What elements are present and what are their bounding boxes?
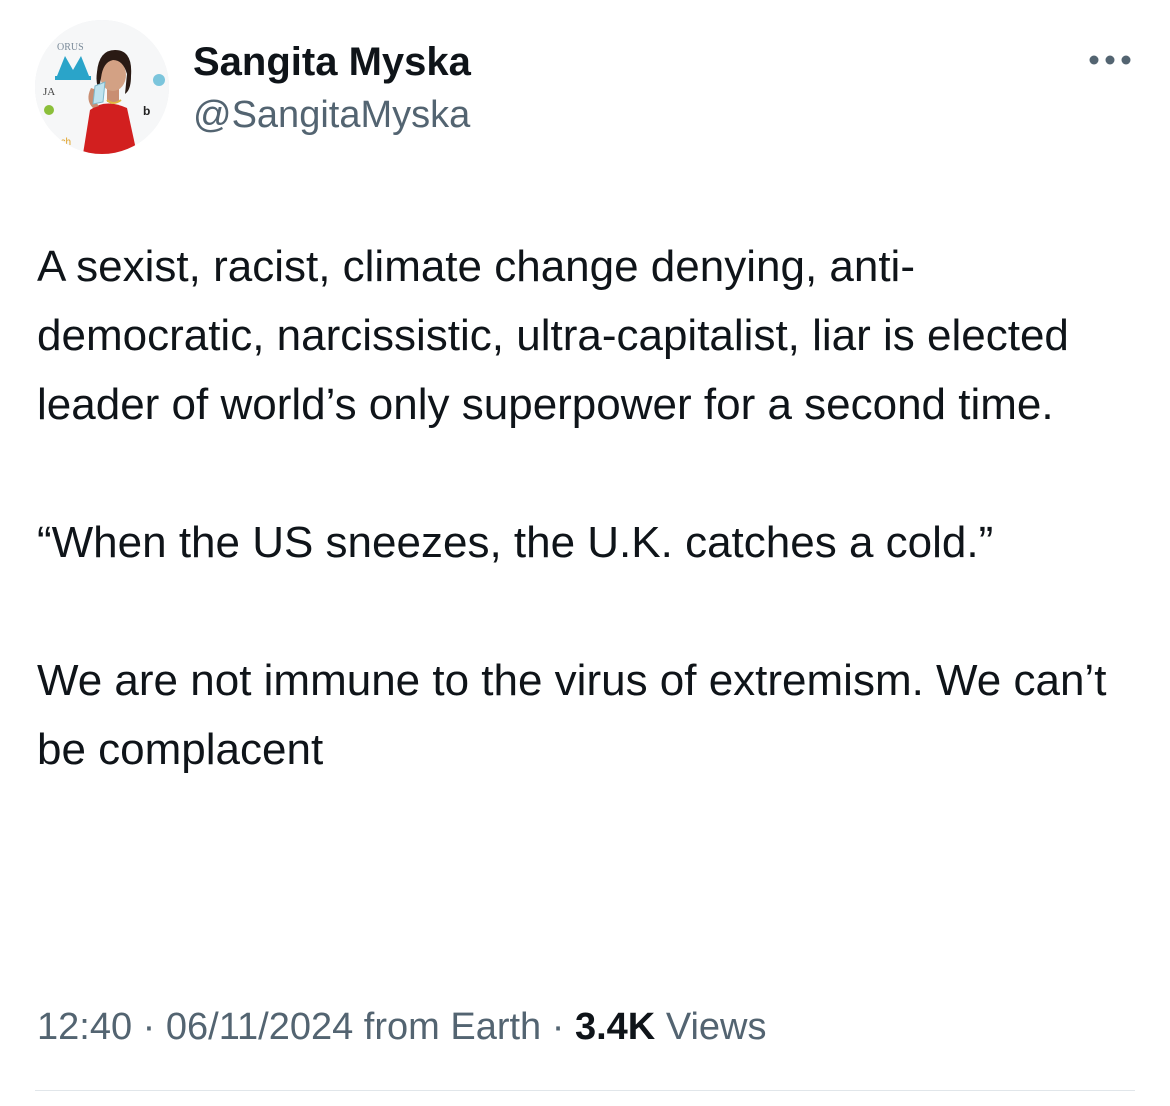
author-handle[interactable]: @SangitaMyska [193,92,470,138]
tweet: ORUS JA b ach Sangita Myska @SangitaMysk… [0,0,1170,1106]
meta-separator: · [541,1006,575,1048]
tweet-time[interactable]: 12:40 [37,1006,132,1048]
views-count[interactable]: 3.4K [575,1006,655,1048]
svg-text:ach: ach [55,137,71,148]
tweet-paragraph: We are not immune to the virus of extrem… [37,656,1107,774]
tweet-source: from Earth [353,1006,542,1048]
profile-photo-icon: ORUS JA b ach [35,20,169,154]
tweet-date[interactable]: 06/11/2024 [166,1006,353,1048]
more-horizontal-icon [1089,55,1131,65]
tweet-metadata: 12:40 · 06/11/2024 from Earth · 3.4K Vie… [37,1004,767,1050]
svg-text:JA: JA [43,86,55,98]
svg-text:b: b [143,104,150,118]
meta-separator: · [132,1006,166,1048]
avatar[interactable]: ORUS JA b ach [35,20,169,154]
more-options-button[interactable] [1080,45,1140,75]
views-label: Views [655,1006,767,1048]
tweet-paragraph: “When the US sneezes, the U.K. catches a… [37,518,994,567]
svg-text:ORUS: ORUS [57,42,84,53]
author-name[interactable]: Sangita Myska [193,38,471,86]
divider [35,1090,1135,1091]
tweet-paragraph: A sexist, racist, climate change denying… [37,242,1069,429]
tweet-text: A sexist, racist, climate change denying… [37,232,1137,784]
